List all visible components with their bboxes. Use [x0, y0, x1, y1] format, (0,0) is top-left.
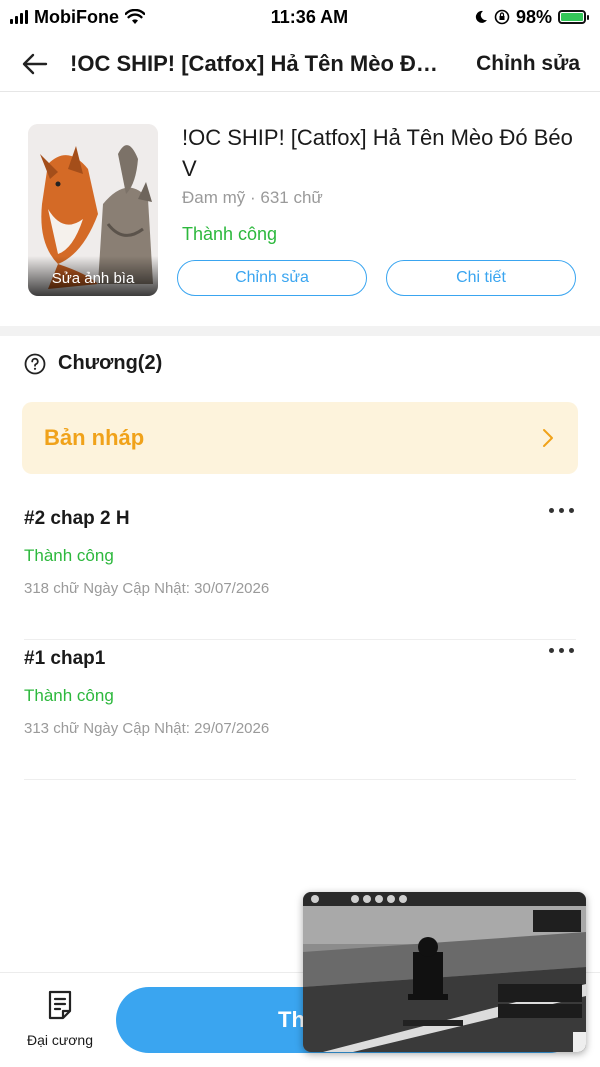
carrier-name: MobiFone: [34, 6, 119, 27]
battery-icon: [557, 10, 589, 24]
edit-button[interactable]: Chỉnh sửa: [476, 52, 580, 76]
help-icon[interactable]: [24, 353, 46, 375]
edit-book-button[interactable]: Chỉnh sửa: [177, 260, 367, 296]
chapter-title: #1 chap1: [24, 648, 106, 669]
outline-button[interactable]: Đại cương: [18, 989, 102, 1048]
chapter-meta: 313 chữ Ngày Cập Nhật: 29/07/2026: [24, 720, 270, 737]
chevron-right-icon: [543, 429, 553, 447]
back-arrow-icon: [22, 53, 48, 74]
chapter-item[interactable]: #2 chap 2 H Thành công 318 chữ Ngày Cập …: [24, 500, 576, 640]
chapter-title: #2 chap 2 H: [24, 508, 130, 529]
book-info: Sửa ảnh bìa !OC SHIP! [Catfox] Hả Tên Mè…: [0, 94, 600, 326]
book-detail-button[interactable]: Chi tiết: [386, 260, 576, 296]
chapters-count: Chương(2): [58, 352, 163, 374]
chapters-header: Chương(2): [24, 352, 162, 375]
publish-label: Th: [278, 1007, 305, 1032]
edit-cover-label: Sửa ảnh bìa: [28, 256, 158, 296]
orientation-lock-icon: [494, 9, 510, 25]
pip-video-window[interactable]: [303, 892, 586, 1052]
nav-bar: !OC SHIP! [Catfox] Hả Tên Mèo Đó Béo V C…: [0, 36, 600, 92]
wifi-icon: [124, 9, 145, 24]
book-meta: Đam mỹ · 631 chữ: [182, 188, 323, 207]
chapter-status: Thành công: [24, 546, 114, 565]
page-title: !OC SHIP! [Catfox] Hả Tên Mèo Đó Béo V: [70, 50, 450, 76]
status-bar: MobiFone 11:36 AM 98%: [0, 0, 600, 34]
signal-icon: [10, 10, 28, 24]
battery-percent: 98%: [515, 6, 552, 27]
status-right: 98%: [474, 6, 589, 28]
drafts-label: Bản nháp: [44, 425, 145, 450]
back-button[interactable]: [0, 36, 70, 92]
drafts-row[interactable]: Bản nháp: [22, 402, 578, 474]
outline-label: Đại cương: [26, 1032, 94, 1048]
status-left: MobiFone: [10, 7, 145, 28]
chapter-status: Thành công: [24, 686, 114, 705]
outline-icon: [48, 990, 72, 1020]
book-cover[interactable]: Sửa ảnh bìa: [28, 124, 158, 296]
moon-icon: [475, 10, 487, 23]
chapter-meta: 318 chữ Ngày Cập Nhật: 30/07/2026: [24, 580, 270, 597]
book-title: !OC SHIP! [Catfox] Hả Tên Mèo Đó Béo V: [182, 125, 573, 181]
chapter-item[interactable]: #1 chap1 Thành công 313 chữ Ngày Cập Nhậ…: [24, 640, 576, 780]
game-video-frame: [303, 892, 586, 1052]
more-options-icon[interactable]: [549, 648, 574, 653]
book-status: Thành công: [182, 224, 278, 244]
section-divider: [0, 326, 600, 336]
more-options-icon[interactable]: [549, 508, 574, 513]
clock: 11:36 AM: [270, 6, 349, 27]
